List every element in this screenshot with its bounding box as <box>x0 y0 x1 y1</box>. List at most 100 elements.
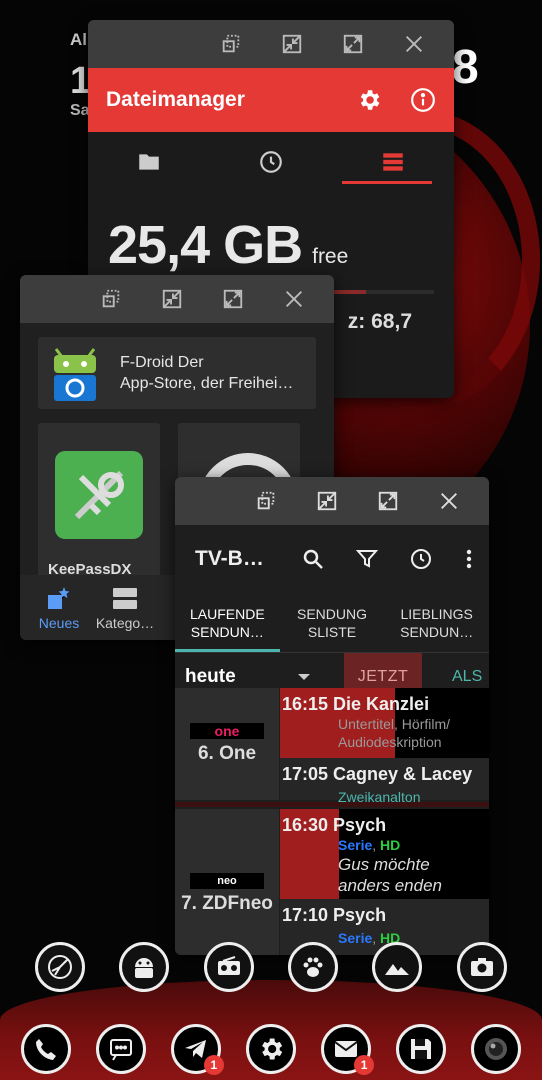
tab-folders[interactable] <box>88 132 210 192</box>
tab-running-programs[interactable]: LAUFENDE SENDUN… <box>175 593 280 652</box>
free-space-value: 25,4 GB <box>108 215 303 275</box>
clock-widget-day: Sa <box>70 102 90 119</box>
mountains-icon <box>385 964 410 975</box>
close-window-button[interactable] <box>418 477 479 525</box>
fdroid-logo-icon <box>54 348 96 401</box>
channel-logo: neo <box>190 873 264 889</box>
filter-icon[interactable] <box>355 547 379 571</box>
restore-icon <box>102 289 119 308</box>
close-icon <box>285 291 302 307</box>
tab-label: LIEBLINGS SENDUN… <box>400 606 474 640</box>
nav-item-new[interactable]: Neues <box>26 585 92 631</box>
clock-widget-label: Al <box>70 30 87 49</box>
channel-row-zdfneo[interactable]: neo 7. ZDFneo <box>175 809 279 955</box>
maximize-window-button[interactable] <box>357 477 418 525</box>
current-program-zdfneo[interactable]: 16:30 Psych Serie, HD Gus möchte anders … <box>280 809 489 899</box>
current-program-one[interactable]: 16:15 Die Kanzlei Untertitel, Hörfilm/ A… <box>280 688 489 758</box>
home-dock-bottom: 1 1 <box>0 1024 542 1075</box>
tab-program-list[interactable]: SENDUNG SLISTE <box>280 593 385 652</box>
app-telegram[interactable]: 1 <box>170 1024 224 1075</box>
clock-icon[interactable] <box>409 547 433 571</box>
maximize-window-button[interactable] <box>202 275 263 323</box>
new-icon <box>48 586 70 609</box>
episode-title: Gus möchte <box>338 855 430 874</box>
program-content: 16:30 Psych Serie, HD Gus möchte anders … <box>280 809 489 896</box>
shrink-icon <box>282 34 301 54</box>
restore-icon <box>222 34 239 53</box>
radio-icon <box>217 956 240 975</box>
app-card-keepassdx[interactable]: KeePassDX <box>38 423 160 583</box>
paw-icon <box>303 957 323 977</box>
program-info: Audiodeskription <box>338 734 442 750</box>
close-window-button[interactable] <box>383 20 444 68</box>
hd-tag: HD <box>380 837 401 853</box>
app-settings[interactable] <box>245 1024 296 1074</box>
search-icon[interactable] <box>301 547 325 571</box>
notification-badge: 1 <box>354 1055 375 1075</box>
free-space-label: free <box>312 245 349 268</box>
tab-recent[interactable] <box>210 132 332 192</box>
next-program-one[interactable]: 17:05 Cagney & Lacey Zweikanalton <box>280 758 489 805</box>
tv-tabs: LAUFENDE SENDUN… SENDUNG SLISTE LIEBLING… <box>175 593 489 653</box>
genre-tag: Serie <box>338 837 373 853</box>
app-messages[interactable] <box>95 1024 146 1074</box>
maximize-window-button[interactable] <box>322 20 383 68</box>
featured-app-card[interactable]: F-Droid Der App-Store, der Freihei… <box>38 337 316 409</box>
clock-widget-minute: 8 <box>452 41 479 94</box>
expand-icon <box>343 34 362 54</box>
channel-row-one[interactable]: one 6. One <box>175 688 279 800</box>
program-title: 16:15 Die Kanzlei <box>282 694 430 714</box>
app-browser[interactable] <box>35 942 86 992</box>
featured-app-title: F-Droid Der <box>120 354 204 371</box>
program-title: 16:30 Psych <box>282 815 387 835</box>
expand-icon <box>223 289 242 309</box>
app-phone[interactable] <box>20 1024 71 1074</box>
close-window-button[interactable] <box>263 275 324 323</box>
app-paw[interactable] <box>288 942 339 992</box>
save-icon <box>411 1039 432 1059</box>
restore-window-button[interactable] <box>200 20 261 68</box>
app-save[interactable] <box>396 1024 447 1074</box>
app-mail[interactable]: 1 <box>321 1024 375 1075</box>
window-title-bar[interactable] <box>20 275 334 323</box>
nav-label: Neues <box>38 614 80 631</box>
als-button[interactable]: ALS <box>452 668 482 686</box>
minimize-window-button[interactable] <box>261 20 322 68</box>
day-select-value: heute <box>185 665 236 687</box>
window-title-bar[interactable] <box>88 20 454 68</box>
app-android[interactable] <box>119 942 170 992</box>
file-manager-tabs <box>88 132 454 192</box>
more-vert-icon[interactable] <box>459 547 479 571</box>
app-camera-2[interactable] <box>471 1024 522 1074</box>
restore-window-button[interactable] <box>235 477 296 525</box>
gear-icon[interactable] <box>356 87 382 113</box>
app-toolbar: TV-B… <box>175 525 489 593</box>
minimize-window-button[interactable] <box>296 477 357 525</box>
nav-item-categories[interactable]: Katego… <box>92 585 158 631</box>
app-camera[interactable] <box>456 942 507 992</box>
channel-name: 7. ZDFneo <box>181 893 273 914</box>
nav-label: Katego… <box>95 614 155 631</box>
camera-app-icon <box>485 1038 508 1060</box>
tab-label: SENDUNG SLISTE <box>297 606 368 640</box>
app-radio[interactable] <box>203 942 254 992</box>
app-title: Dateimanager <box>106 88 245 111</box>
tab-label: LAUFENDE SENDUN… <box>189 606 265 640</box>
tab-favorites[interactable]: LIEBLINGS SENDUN… <box>384 593 489 652</box>
channel-logo: one <box>190 723 264 739</box>
sms-icon <box>109 1039 132 1061</box>
phone-icon <box>35 1039 56 1060</box>
info-icon[interactable] <box>410 87 436 113</box>
minimize-window-button[interactable] <box>141 275 202 323</box>
folder-icon <box>139 154 159 170</box>
day-select[interactable]: heute <box>175 666 320 688</box>
home-dock-top <box>0 942 542 992</box>
key-icon <box>55 451 143 539</box>
clock-icon <box>260 151 282 173</box>
app-gallery[interactable] <box>372 942 423 992</box>
restore-window-button[interactable] <box>80 275 141 323</box>
program-tags: Serie, HD <box>338 837 401 853</box>
chevron-down-icon <box>298 673 310 680</box>
app-title: TV-B… <box>195 547 264 570</box>
window-title-bar[interactable] <box>175 477 489 525</box>
